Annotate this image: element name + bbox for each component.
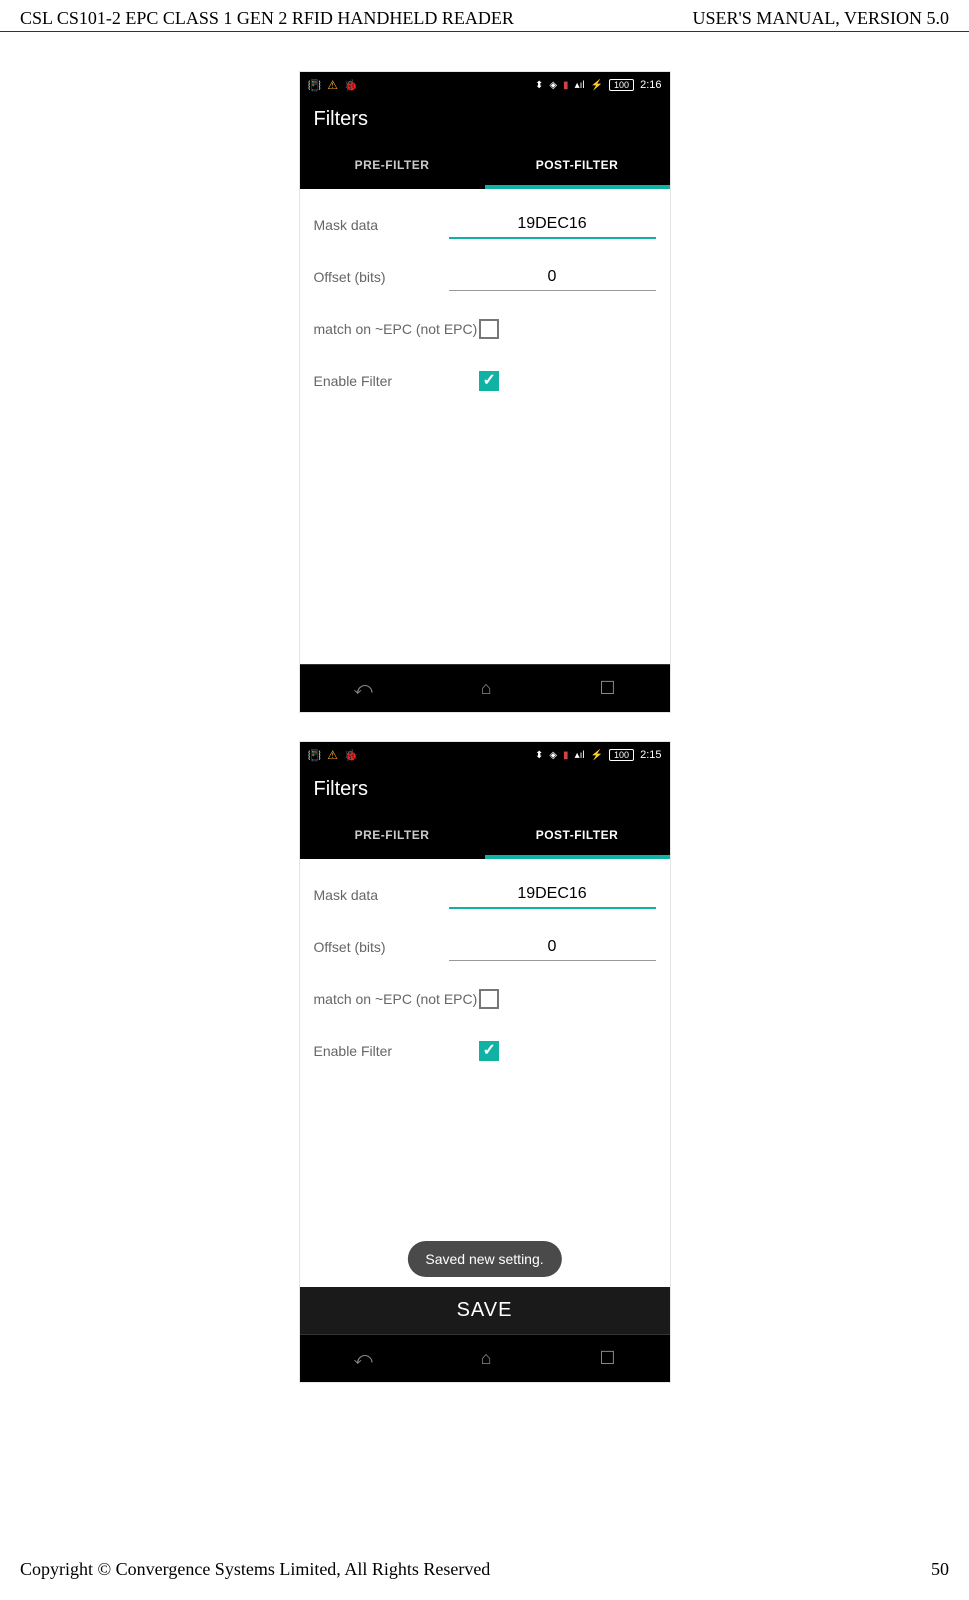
recent-icon[interactable]: ☐ <box>599 678 615 699</box>
enable-filter-checkbox[interactable] <box>479 371 499 391</box>
status-left <box>308 748 358 762</box>
match-epc-checkbox[interactable] <box>479 989 499 1009</box>
debug-icon <box>344 749 358 762</box>
filter-form: Mask data Offset (bits) match on ~EPC (n… <box>300 189 670 664</box>
row-enable-filter: Enable Filter <box>314 1025 656 1077</box>
signal-icon: ▴ıl <box>575 80 585 91</box>
debug-icon <box>344 79 358 92</box>
data-icon: ⬍ <box>535 750 543 761</box>
row-mask-data: Mask data <box>314 199 656 251</box>
row-offset: Offset (bits) <box>314 921 656 973</box>
status-right: ⬍ ◈ ▮ ▴ıl ⚡ 100 2:15 <box>535 749 662 761</box>
recent-icon[interactable]: ☐ <box>599 1348 615 1369</box>
clock-time: 2:15 <box>640 749 661 761</box>
header-right: USER'S MANUAL, VERSION 5.0 <box>693 8 949 29</box>
sim-icon: ▮ <box>563 750 569 761</box>
bolt-icon: ⚡ <box>591 80 603 91</box>
warning-icon <box>327 78 338 92</box>
row-enable-filter: Enable Filter <box>314 355 656 407</box>
filter-form: Mask data Offset (bits) match on ~EPC (n… <box>300 859 670 1287</box>
vibrate-icon <box>308 79 322 92</box>
row-match-epc: match on ~EPC (not EPC) <box>314 973 656 1025</box>
home-icon[interactable]: ⌂ <box>481 1348 492 1369</box>
status-bar: ⬍ ◈ ▮ ▴ıl ⚡ 100 2:16 <box>300 72 670 98</box>
data-icon: ⬍ <box>535 80 543 91</box>
row-offset: Offset (bits) <box>314 251 656 303</box>
page-header: CSL CS101-2 EPC CLASS 1 GEN 2 RFID HANDH… <box>0 0 969 32</box>
offset-label: Offset (bits) <box>314 939 449 955</box>
offset-input[interactable] <box>449 264 656 291</box>
nav-bar: ⤺ ⌂ ☐ <box>300 1334 670 1382</box>
sim-icon: ▮ <box>563 80 569 91</box>
offset-label: Offset (bits) <box>314 269 449 285</box>
filter-tabs: PRE-FILTER POST-FILTER <box>300 811 670 859</box>
header-left: CSL CS101-2 EPC CLASS 1 GEN 2 RFID HANDH… <box>20 8 514 29</box>
tab-post-filter[interactable]: POST-FILTER <box>485 811 670 859</box>
page-content: ⬍ ◈ ▮ ▴ıl ⚡ 100 2:16 Filters PRE-FILTER … <box>0 32 969 1382</box>
home-icon[interactable]: ⌂ <box>481 678 492 699</box>
toast-message: Saved new setting. <box>407 1241 561 1277</box>
clock-time: 2:16 <box>640 79 661 91</box>
wifi-icon: ◈ <box>549 80 557 91</box>
row-mask-data: Mask data <box>314 869 656 921</box>
enable-filter-label: Enable Filter <box>314 373 479 389</box>
battery-icon: 100 <box>609 79 634 91</box>
vibrate-icon <box>308 749 322 762</box>
offset-input[interactable] <box>449 934 656 961</box>
status-right: ⬍ ◈ ▮ ▴ıl ⚡ 100 2:16 <box>535 79 662 91</box>
tab-pre-filter[interactable]: PRE-FILTER <box>300 141 485 189</box>
screenshot-1: ⬍ ◈ ▮ ▴ıl ⚡ 100 2:16 Filters PRE-FILTER … <box>300 72 670 712</box>
save-button[interactable]: SAVE <box>300 1287 670 1334</box>
mask-data-input[interactable] <box>449 881 656 909</box>
tab-pre-filter[interactable]: PRE-FILTER <box>300 811 485 859</box>
mask-data-input[interactable] <box>449 211 656 239</box>
app-title: Filters <box>300 98 670 141</box>
warning-icon <box>327 748 338 762</box>
bolt-icon: ⚡ <box>591 750 603 761</box>
battery-icon: 100 <box>609 749 634 761</box>
row-match-epc: match on ~EPC (not EPC) <box>314 303 656 355</box>
back-icon[interactable]: ⤺ <box>353 678 372 699</box>
footer-page-number: 50 <box>931 1559 949 1580</box>
filter-tabs: PRE-FILTER POST-FILTER <box>300 141 670 189</box>
match-epc-label: match on ~EPC (not EPC) <box>314 991 479 1007</box>
nav-bar: ⤺ ⌂ ☐ <box>300 664 670 712</box>
wifi-icon: ◈ <box>549 750 557 761</box>
app-title: Filters <box>300 768 670 811</box>
match-epc-checkbox[interactable] <box>479 319 499 339</box>
footer-copyright: Copyright © Convergence Systems Limited,… <box>20 1559 490 1580</box>
enable-filter-checkbox[interactable] <box>479 1041 499 1061</box>
screenshot-2: ⬍ ◈ ▮ ▴ıl ⚡ 100 2:15 Filters PRE-FILTER … <box>300 742 670 1382</box>
status-bar: ⬍ ◈ ▮ ▴ıl ⚡ 100 2:15 <box>300 742 670 768</box>
status-left <box>308 78 358 92</box>
signal-icon: ▴ıl <box>575 750 585 761</box>
match-epc-label: match on ~EPC (not EPC) <box>314 321 479 337</box>
back-icon[interactable]: ⤺ <box>353 1348 372 1369</box>
mask-data-label: Mask data <box>314 217 449 233</box>
page-footer: Copyright © Convergence Systems Limited,… <box>0 1559 969 1580</box>
mask-data-label: Mask data <box>314 887 449 903</box>
tab-post-filter[interactable]: POST-FILTER <box>485 141 670 189</box>
enable-filter-label: Enable Filter <box>314 1043 479 1059</box>
